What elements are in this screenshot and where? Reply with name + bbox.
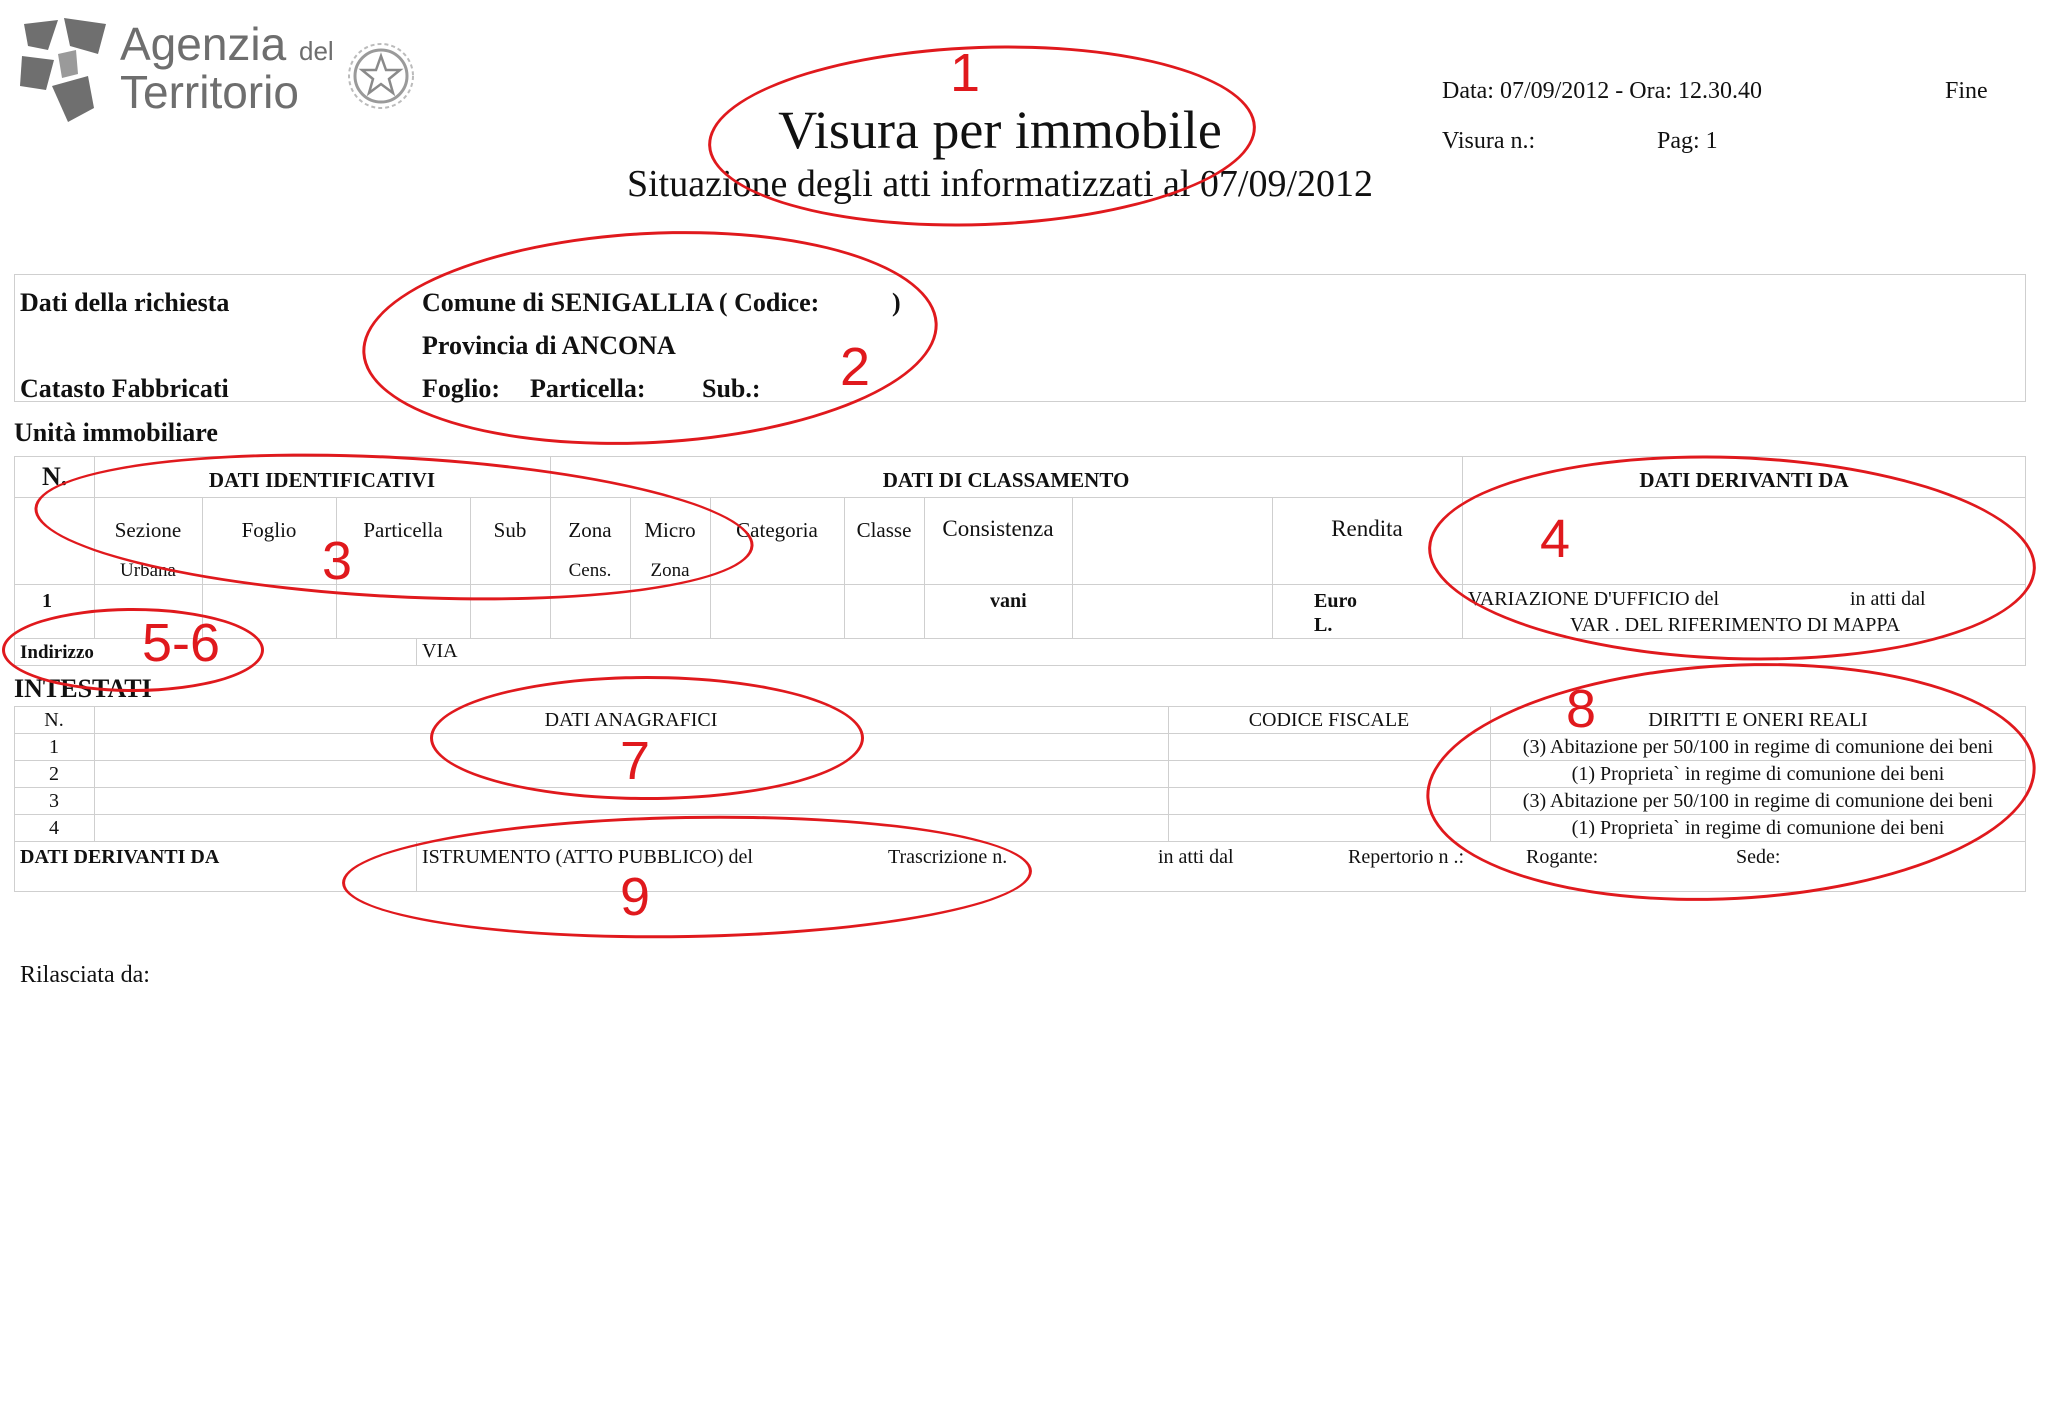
unita-title: Unità immobiliare xyxy=(14,418,218,447)
euro-label: Euro xyxy=(1314,590,1357,612)
codice-fiscale-header: CODICE FISCALE xyxy=(1248,709,1410,731)
dati-derivanti-header: DATI DERIVANTI DA xyxy=(1639,468,1849,492)
istrumento-text: ISTRUMENTO (ATTO PUBBLICO) del xyxy=(422,846,753,868)
particella-label: Particella: xyxy=(530,374,646,403)
sub-label: Sub.: xyxy=(702,374,761,403)
page-subtitle: Situazione degli atti informatizzati al … xyxy=(626,163,1374,205)
foglio-label: Foglio: xyxy=(422,374,500,403)
page-number: Pag: 1 xyxy=(1657,128,1718,154)
annotation-label-7: 7 xyxy=(620,731,651,791)
richiesta-label: Dati della richiesta xyxy=(20,288,230,317)
catasto-label: Catasto Fabbricati xyxy=(20,374,229,403)
annotation-label-9: 9 xyxy=(620,867,651,927)
variazione-text: VARIAZIONE D'UFFICIO del xyxy=(1468,588,1720,610)
emblem-icon xyxy=(348,43,414,109)
rogante-text: Rogante: xyxy=(1526,846,1599,868)
dati-classamento-header: DATI DI CLASSAMENTO xyxy=(882,468,1130,492)
agency-logo: Agenzia del Territorio xyxy=(18,16,418,126)
fine-label: Fine xyxy=(1945,78,1988,104)
vani-value: vani xyxy=(990,590,1027,612)
foglio-col: Foglio xyxy=(241,518,297,542)
annotation-label-2: 2 xyxy=(840,337,871,397)
dati-identificativi-header: DATI IDENTIFICATIVI xyxy=(208,468,436,492)
zona-col: Zona xyxy=(568,518,612,542)
categoria-col: Categoria xyxy=(736,518,818,542)
annotation-label-5-6: 5-6 xyxy=(142,613,221,673)
unita-table: N. DATI IDENTIFICATIVI DATI DI CLASSAMEN… xyxy=(14,456,2026,666)
intestati-table: N. DATI ANAGRAFICI CODICE FISCALE DIRITT… xyxy=(14,706,2026,892)
particella-col: Particella xyxy=(363,518,443,542)
via-value: VIA xyxy=(422,640,458,662)
urbana-col: Urbana xyxy=(120,560,176,581)
row-n: 1 xyxy=(49,736,59,758)
sede-text: Sede: xyxy=(1736,846,1781,868)
classe-col: Classe xyxy=(856,518,912,542)
trascrizione-text: Trascrizione n. xyxy=(888,846,1008,868)
richiesta-box xyxy=(14,274,2026,402)
derivanti-label: DATI DERIVANTI DA xyxy=(20,846,220,868)
row-n: 3 xyxy=(49,790,59,812)
annotation-label-8: 8 xyxy=(1566,679,1597,739)
intestati-rows: 1 (3) Abitazione per 50/100 in regime di… xyxy=(14,733,2026,841)
indirizzo-label: Indirizzo xyxy=(20,642,94,663)
rendita-col: Rendita xyxy=(1331,516,1403,541)
annotation-label-4: 4 xyxy=(1540,509,1571,569)
brand-line2: Territorio xyxy=(120,66,299,118)
table-row: 1 (3) Abitazione per 50/100 in regime di… xyxy=(14,733,2026,760)
repertorio-text: Repertorio n .: xyxy=(1348,846,1465,868)
anagrafici-header: DATI ANAGRAFICI xyxy=(544,709,718,731)
consistenza-col: Consistenza xyxy=(942,516,1054,541)
sezione-col: Sezione xyxy=(114,518,182,542)
cens-col: Cens. xyxy=(568,560,612,581)
row-n: 4 xyxy=(49,817,59,839)
row-n: 2 xyxy=(49,763,59,785)
sub-col: Sub xyxy=(493,518,527,542)
unita-row-n: 1 xyxy=(42,590,52,612)
row-diritto: (1) Proprieta` in regime di comunione de… xyxy=(1571,763,1945,785)
table-row: 3 (3) Abitazione per 50/100 in regime di… xyxy=(14,787,2026,814)
intestati-in-atti: in atti dal xyxy=(1158,846,1234,868)
visura-number: Visura n.: xyxy=(1442,128,1536,154)
row-diritto: (1) Proprieta` in regime di comunione de… xyxy=(1571,817,1945,839)
date-time: Data: 07/09/2012 - Ora: 12.30.40 xyxy=(1442,78,1762,104)
micro-col: Micro xyxy=(644,518,696,542)
variazione-in-atti: in atti dal xyxy=(1850,588,1926,610)
intestati-title: INTESTATI xyxy=(14,674,152,703)
intestati-n-header: N. xyxy=(44,709,64,731)
row-diritto: (3) Abitazione per 50/100 in regime di c… xyxy=(1522,736,1994,758)
comune-text: Comune di SENIGALLIA ( Codice: xyxy=(422,288,820,317)
rilasciata-label: Rilasciata da: xyxy=(20,962,150,988)
row-diritto: (3) Abitazione per 50/100 in regime di c… xyxy=(1522,790,1994,812)
brand-line1: Agenzia xyxy=(120,18,287,70)
brand-del: del xyxy=(299,36,334,66)
var-riferimento-text: VAR . DEL RIFERIMENTO DI MAPPA xyxy=(1570,614,1901,636)
unita-n-header: N. xyxy=(42,462,68,491)
page-title: Visura per immobile xyxy=(778,100,1222,160)
micro-zona-col: Zona xyxy=(650,560,690,581)
table-row: 4 (1) Proprieta` in regime di comunione … xyxy=(14,814,2026,841)
provincia-text: Provincia di ANCONA xyxy=(422,331,676,360)
lire-label: L. xyxy=(1314,614,1333,636)
table-row: 2 (1) Proprieta` in regime di comunione … xyxy=(14,760,2026,787)
agency-logo-icon xyxy=(20,18,106,122)
comune-close: ) xyxy=(892,288,901,317)
annotation-label-1: 1 xyxy=(950,43,981,103)
annotation-label-3: 3 xyxy=(322,531,353,591)
